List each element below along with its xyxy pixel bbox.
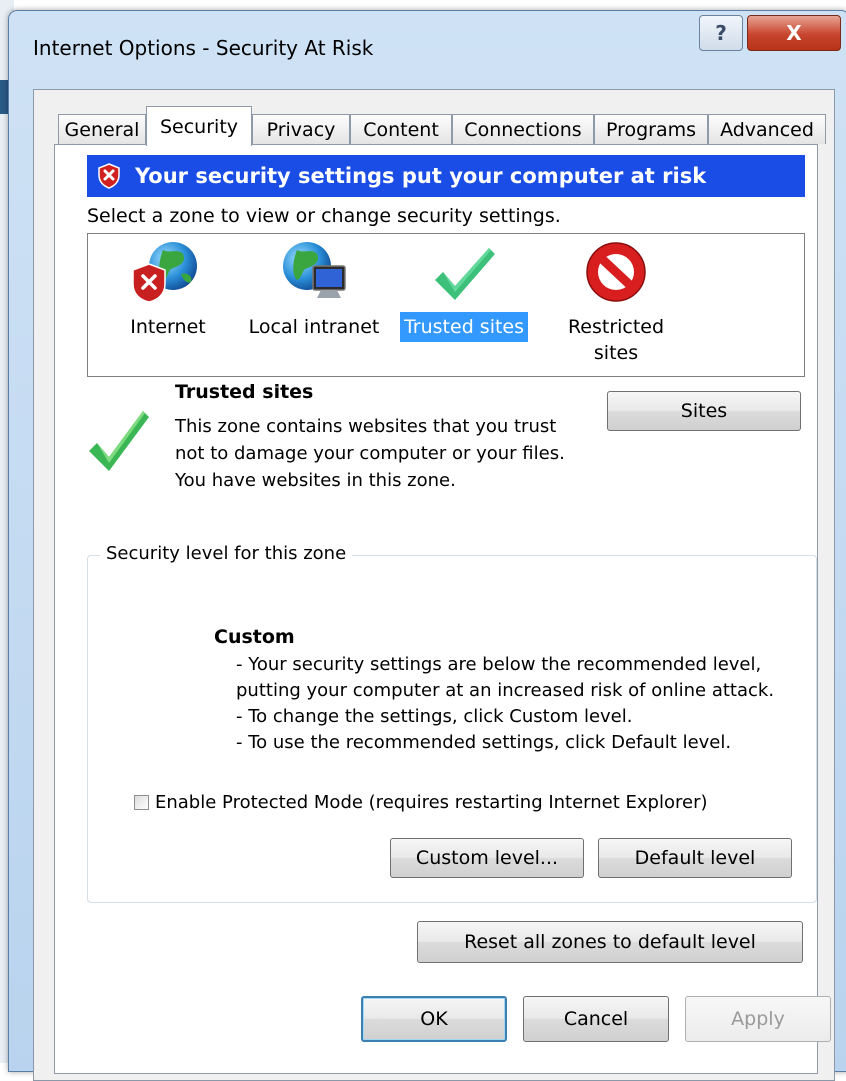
tab-programs[interactable]: Programs [594, 114, 708, 144]
zone-trusted-sites[interactable]: Trusted sites [396, 240, 532, 342]
protected-mode-label: Enable Protected Mode (requires restarti… [155, 792, 708, 813]
reset-all-zones-label: Reset all zones to default level [464, 931, 756, 953]
tab-label: Advanced [720, 118, 814, 141]
protected-mode-checkbox[interactable] [134, 795, 149, 810]
trusted-sites-checkmark-icon [89, 411, 149, 471]
tab-connections[interactable]: Connections [452, 114, 594, 144]
zone-label: Local intranet [248, 316, 380, 338]
warning-shield-icon [98, 163, 120, 189]
sites-button-label: Sites [680, 400, 728, 422]
globe-monitor-icon [283, 242, 346, 298]
zone-label: Restricted sites [567, 316, 665, 364]
tab-label: General [64, 118, 140, 141]
zone-list: Internet Local intranet Trusted sites Re… [87, 233, 805, 377]
sites-button[interactable]: Sites [607, 391, 801, 431]
ok-label: OK [420, 1008, 448, 1030]
zone-local-intranet[interactable]: Local intranet [240, 240, 388, 342]
zone-restricted-sites[interactable]: Restricted sites [554, 240, 678, 368]
apply-label: Apply [731, 1008, 785, 1030]
level-detail-line: - To use the recommended settings, click… [236, 732, 732, 753]
no-entry-icon [586, 242, 646, 302]
apply-button[interactable]: Apply [685, 996, 831, 1042]
level-detail-line: - To change the settings, click Custom l… [236, 706, 633, 727]
checkmark-icon [435, 248, 495, 300]
selected-zone-description: This zone contains websites that you tru… [175, 413, 585, 494]
default-level-label: Default level [634, 847, 756, 869]
security-level-name: Custom [214, 626, 295, 648]
selected-zone-title: Trusted sites [175, 381, 314, 403]
cancel-label: Cancel [563, 1008, 629, 1030]
tab-general[interactable]: General [58, 114, 146, 144]
custom-level-label: Custom level... [415, 847, 559, 869]
protected-mode-row[interactable]: Enable Protected Mode (requires restarti… [134, 792, 708, 813]
banner-text: Your security settings put your computer… [135, 164, 707, 188]
tab-content[interactable]: Content [350, 114, 452, 144]
zone-label: Internet [130, 316, 206, 338]
reset-all-zones-button[interactable]: Reset all zones to default level [417, 921, 803, 963]
cancel-button[interactable]: Cancel [523, 996, 669, 1042]
custom-level-button[interactable]: Custom level... [390, 838, 584, 878]
zone-internet[interactable]: Internet [118, 240, 218, 342]
default-level-button[interactable]: Default level [598, 838, 792, 878]
tab-label: Content [363, 118, 439, 141]
security-level-group: Security level for this zone Custom - Yo… [87, 543, 817, 903]
level-detail-line: - Your security settings are below the r… [236, 654, 775, 701]
zone-instruction: Select a zone to view or change security… [87, 205, 561, 227]
risk-warning-banner: Your security settings put your computer… [87, 155, 805, 197]
tab-label: Security [159, 115, 239, 138]
globe-shield-icon [133, 242, 197, 303]
tab-security[interactable]: Security [146, 106, 252, 146]
internet-options-dialog: Internet Options - Security At Risk ? X … [8, 10, 846, 1081]
window-title: Internet Options - Security At Risk [33, 36, 374, 60]
zone-description-text: This zone contains websites that you tru… [175, 416, 565, 464]
tab-privacy[interactable]: Privacy [252, 114, 350, 144]
tab-advanced[interactable]: Advanced [708, 114, 826, 144]
tab-label: Programs [605, 118, 697, 141]
zone-label-selected: Trusted sites [399, 312, 529, 342]
tab-label: Connections [464, 118, 582, 141]
help-button[interactable]: ? [699, 15, 743, 51]
help-icon: ? [715, 21, 727, 45]
security-level-details: - Your security settings are below the r… [236, 652, 796, 756]
tab-label: Privacy [266, 118, 336, 141]
ok-button[interactable]: OK [361, 996, 507, 1042]
zone-status-text: You have websites in this zone. [175, 470, 456, 491]
title-bar[interactable]: Internet Options - Security At Risk ? X [9, 11, 846, 87]
close-icon: X [786, 21, 802, 45]
security-level-legend: Security level for this zone [100, 543, 353, 564]
close-button[interactable]: X [747, 15, 841, 51]
security-tab-page: Your security settings put your computer… [54, 144, 818, 1074]
dialog-body: General Security Privacy Content Connect… [33, 89, 835, 1081]
